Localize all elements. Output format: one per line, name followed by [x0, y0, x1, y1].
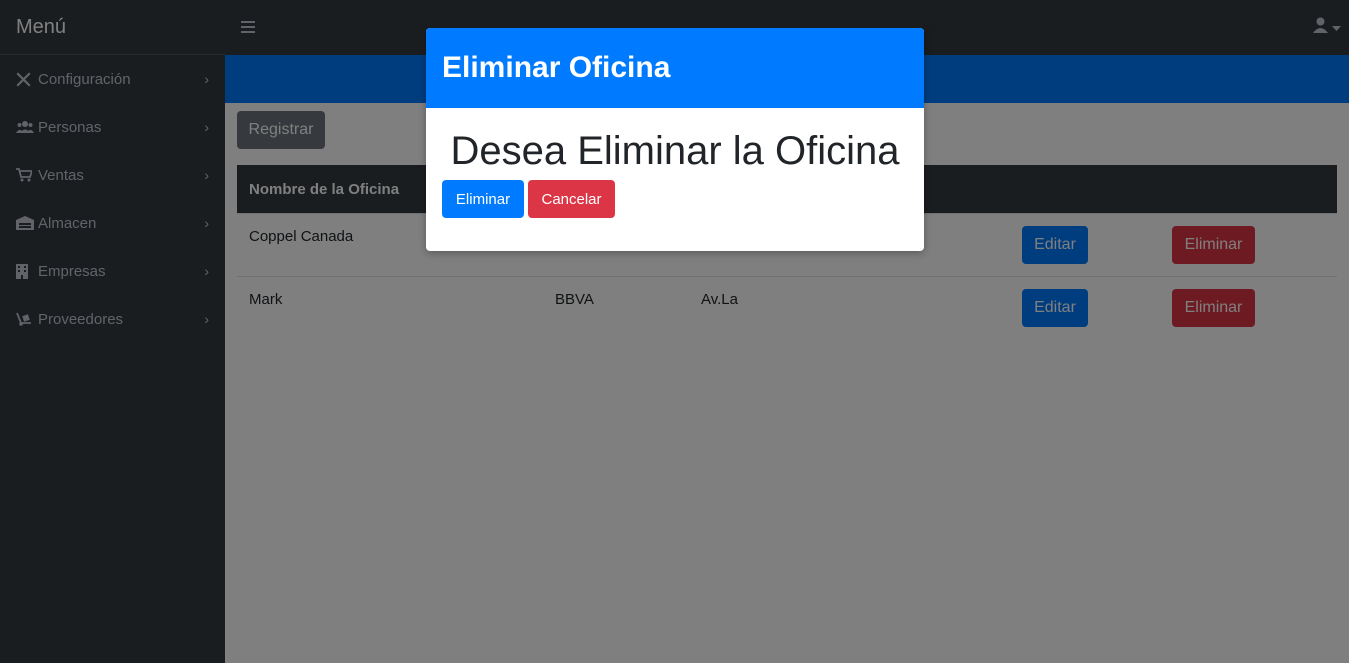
modal-header: Eliminar Oficina: [426, 28, 924, 108]
delete-office-modal: Eliminar Oficina Desea Eliminar la Ofici…: [426, 28, 924, 251]
cancel-button[interactable]: Cancelar: [528, 180, 615, 218]
modal-body: Desea Eliminar la Oficina Eliminar Cance…: [426, 128, 924, 218]
modal-question: Desea Eliminar la Oficina: [450, 129, 900, 173]
modal-title: Eliminar Oficina: [442, 51, 671, 84]
confirm-delete-button[interactable]: Eliminar: [442, 180, 524, 218]
modal-actions: Eliminar Cancelar: [442, 180, 908, 218]
